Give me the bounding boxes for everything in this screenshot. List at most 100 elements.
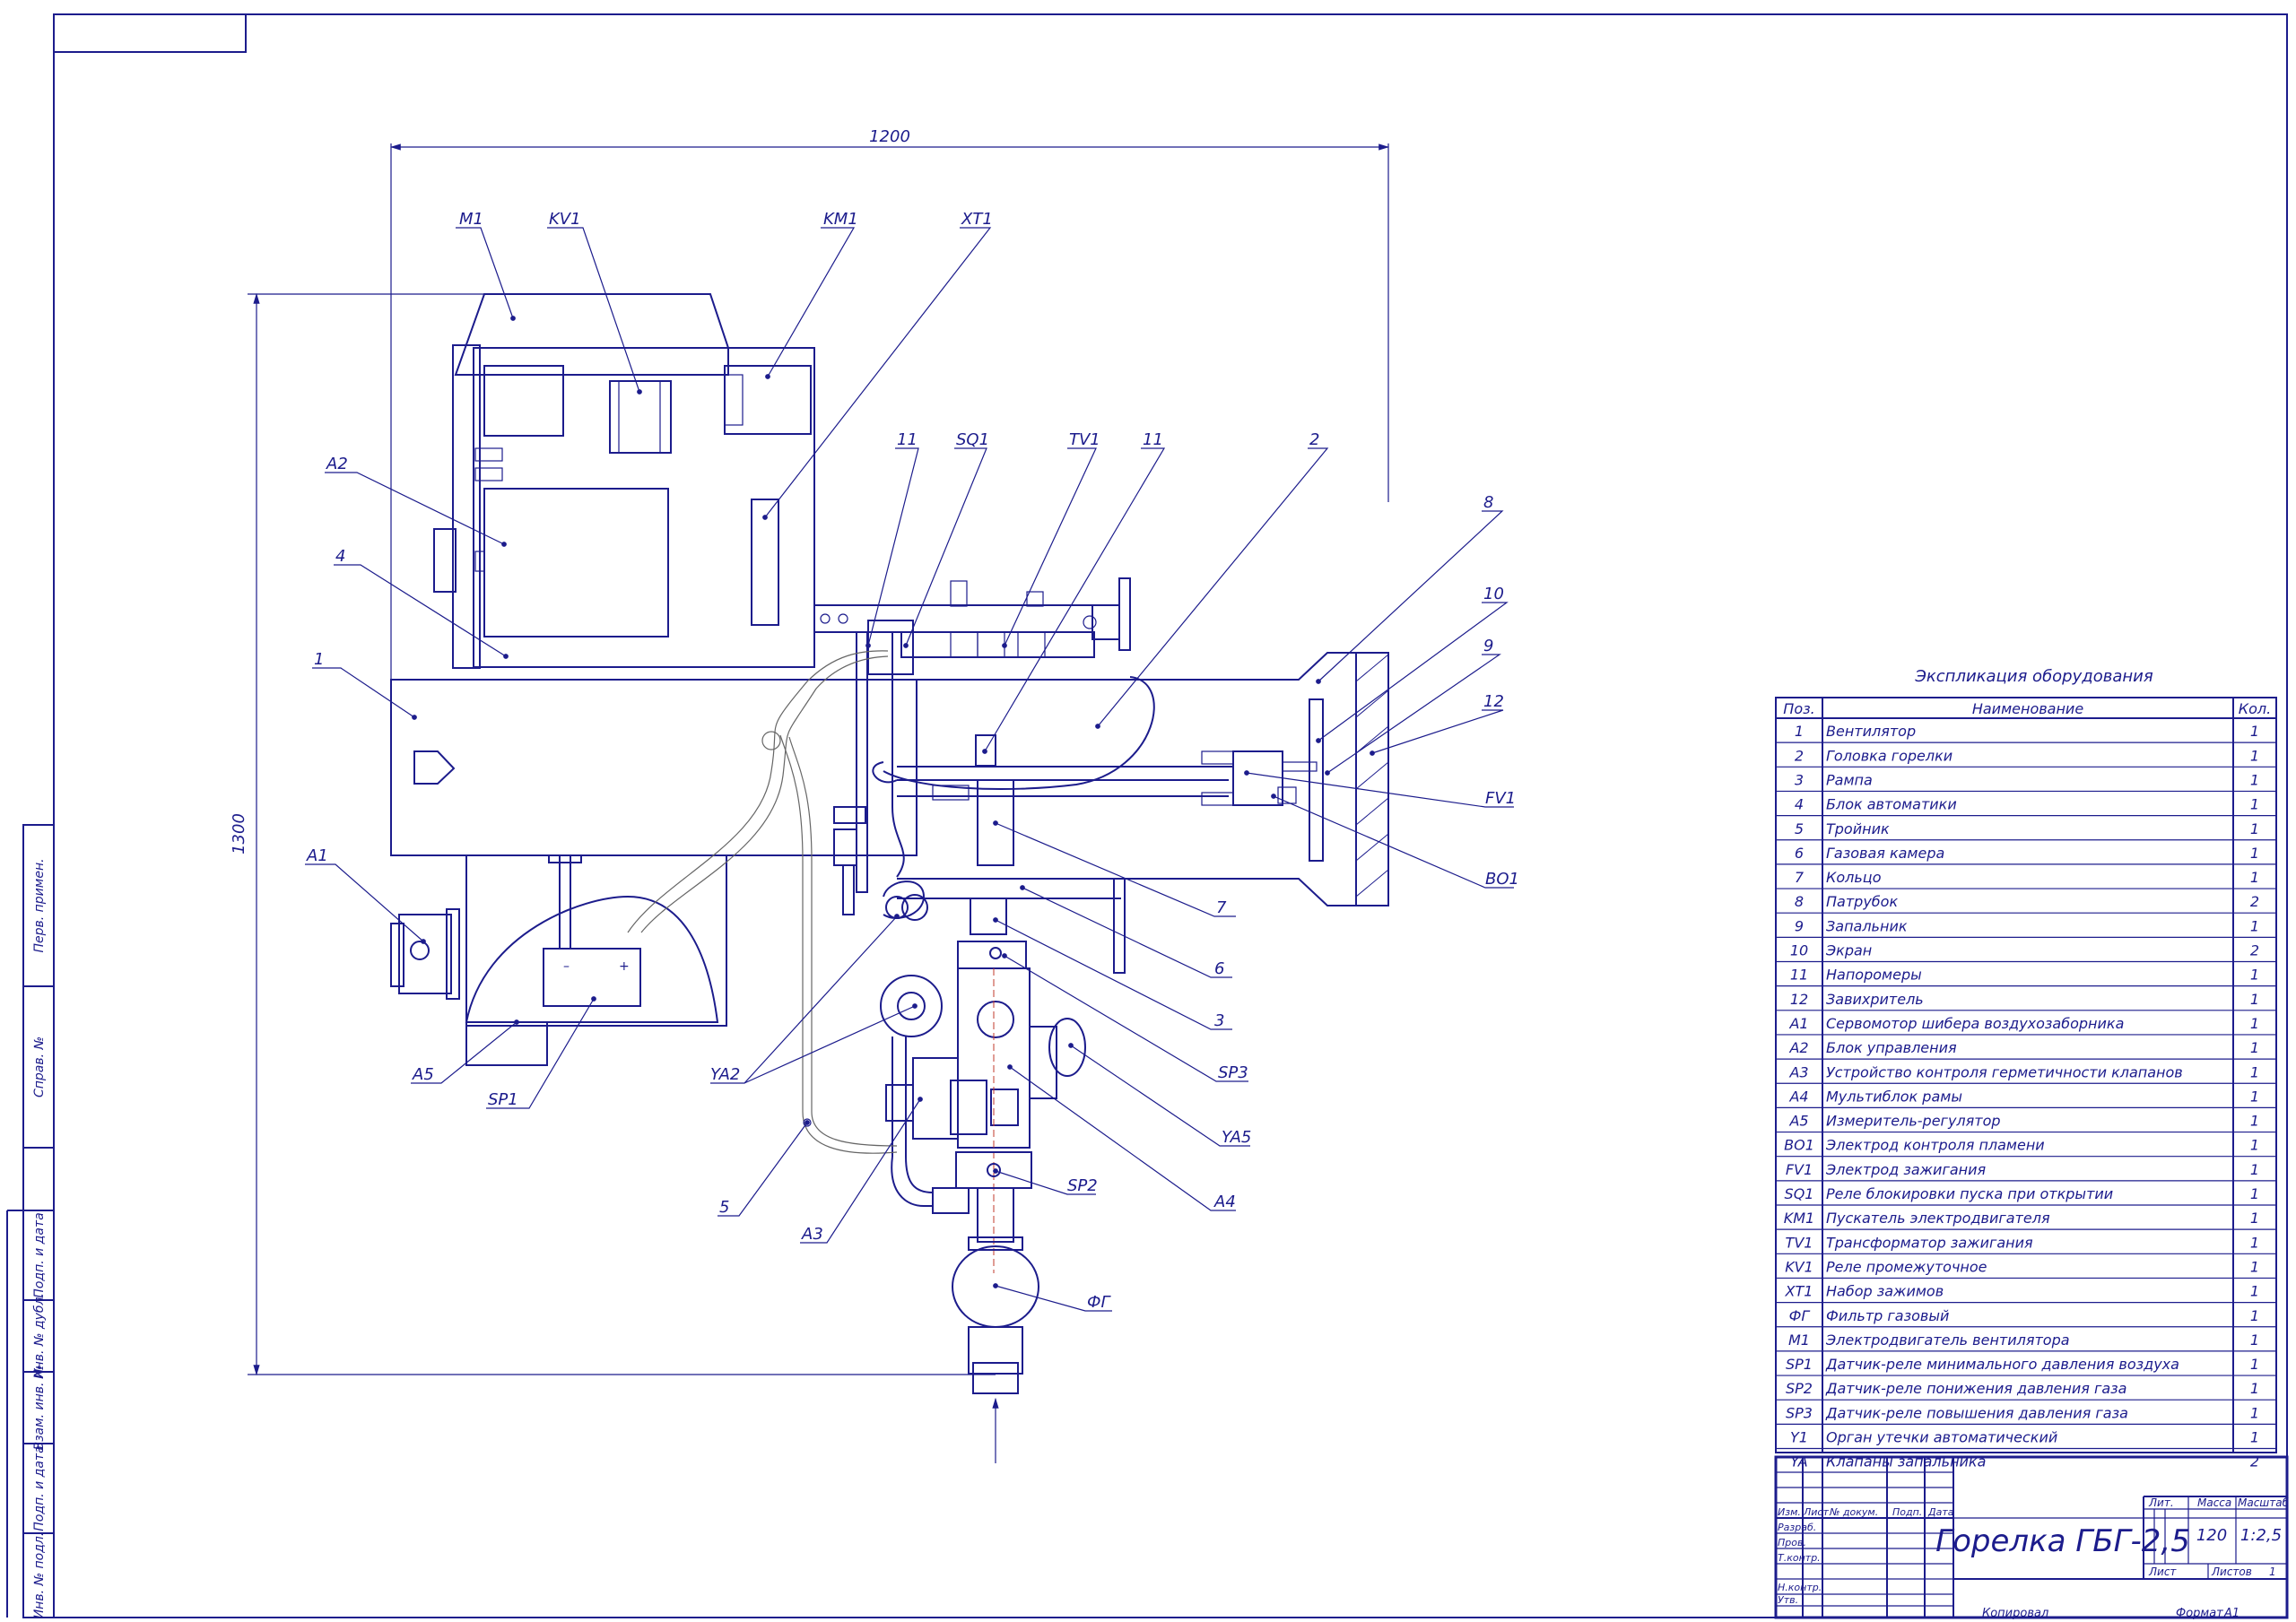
side-field-3: Подп. и дата: [32, 1212, 47, 1297]
dim-width-label: 1200: [869, 127, 910, 146]
callout-4: 4: [335, 547, 345, 566]
callout-5: 5: [719, 1198, 729, 1217]
table-row: 6 Газовая камера 1: [1776, 845, 2276, 865]
table-cell-pos: 8: [1795, 893, 1804, 910]
tb-prov: Пров.: [1778, 1537, 1806, 1548]
table-cell-pos: 9: [1795, 917, 1804, 934]
table-cell-pos: 4: [1795, 796, 1804, 813]
table-row: 9 Запальник 1: [1776, 917, 2276, 938]
table-cell-qty: 1: [2250, 1039, 2259, 1056]
table-cell-qty: 1: [2250, 820, 2259, 837]
table-cell-pos: A4: [1788, 1088, 1808, 1105]
table-cell-pos: 3: [1795, 771, 1804, 788]
tb-massa: Масса: [2197, 1496, 2231, 1509]
table-row: SP1 Датчик-реле минимального давления воз…: [1776, 1356, 2276, 1376]
table-header-name: Наименование: [1972, 700, 2083, 717]
callout-1: 1: [314, 650, 324, 669]
callout-M1: M1: [459, 210, 483, 229]
table-cell-pos: XT1: [1785, 1283, 1813, 1300]
tb-copied: Копировал: [1982, 1607, 2048, 1620]
table-cell-name: Трансформатор зажигания: [1826, 1234, 2033, 1251]
tb-lit: Лит.: [2148, 1496, 2174, 1509]
tb-date: Дата: [1927, 1506, 1954, 1518]
table-cell-pos: SQ1: [1785, 1185, 1814, 1202]
table-cell-name: Датчик-реле минимального давления воздух…: [1825, 1356, 2179, 1373]
table-row: KV1 Реле промежуточное 1: [1776, 1258, 2276, 1279]
table-cell-pos: 12: [1790, 991, 1808, 1008]
tb-doc: № докум.: [1829, 1506, 1878, 1518]
side-stamp: Перв. примен. Справ. № Подп. и дата Инв.…: [6, 824, 55, 1619]
callout-A2: A2: [326, 455, 348, 473]
table-cell-qty: 1: [2250, 1331, 2259, 1349]
tb-sheets-value: 1: [2269, 1566, 2276, 1578]
callout-SP2: SP2: [1067, 1176, 1098, 1195]
tb-tkontr: Т.контр.: [1778, 1552, 1821, 1564]
tb-sign: Подп.: [1892, 1506, 1922, 1518]
table-cell-name: Блок управления: [1826, 1039, 1957, 1056]
callout-A1: A1: [306, 846, 328, 865]
callout-A3: A3: [801, 1225, 823, 1244]
table-row: 12 Завихритель 1: [1776, 991, 2276, 1011]
table-cell-name: Электродвигатель вентилятора: [1825, 1331, 2070, 1349]
side-field-5: Взам. инв. №: [32, 1365, 47, 1450]
side-field-1: Перв. примен.: [32, 858, 47, 952]
table-cell-name: Датчик-реле понижения давления газа: [1825, 1380, 2126, 1397]
equipment-table: Экспликация оборудования Поз. Наименован…: [1775, 667, 2277, 1470]
table-cell-qty: 1: [2250, 1063, 2259, 1080]
dimension-width: 1200: [389, 127, 1390, 681]
table-row: A1 Сервомотор шибера воздухозаборника 1: [1776, 1015, 2276, 1036]
table-cell-qty: 1: [2250, 967, 2259, 984]
table-cell-name: Блок автоматики: [1826, 796, 1957, 813]
table-cell-pos: ФГ: [1789, 1307, 1811, 1324]
dim-height-label: 1300: [230, 813, 248, 854]
battery-minus: –: [563, 959, 570, 974]
table-cell-qty: 1: [2250, 747, 2259, 764]
callout-10: 10: [1483, 585, 1504, 603]
table-row: 4 Блок автоматики 1: [1776, 796, 2276, 817]
callout-11b: 11: [1143, 430, 1163, 449]
table-cell-qty: 1: [2250, 1088, 2259, 1105]
table-cell-pos: SP3: [1786, 1404, 1813, 1421]
tb-format: Формат: [2176, 1607, 2223, 1620]
callout-3: 3: [1214, 1011, 1224, 1030]
tb-masshtab: Масштаб: [2238, 1496, 2290, 1509]
table-cell-pos: A1: [1788, 1015, 1808, 1032]
table-row: 3 Рампа 1: [1776, 771, 2276, 793]
table-cell-name: Реле блокировки пуска при открытии: [1826, 1185, 2113, 1202]
table-row: FV1 Электрод зажигания 1: [1776, 1161, 2276, 1182]
callout-6: 6: [1214, 959, 1224, 978]
tb-list: Лист: [1803, 1506, 1829, 1518]
table-cell-qty: 1: [2250, 1210, 2259, 1227]
table-cell-pos: M1: [1788, 1331, 1810, 1349]
drawing-title: Горелка ГБГ-2,5: [1935, 1523, 2190, 1559]
table-row: ФГ Фильтр газовый 1: [1776, 1307, 2276, 1328]
table-row: 11 Напоромеры 1: [1776, 967, 2276, 987]
callout-12: 12: [1483, 692, 1504, 711]
callout-A4: A4: [1213, 1193, 1236, 1211]
table-cell-pos: BO1: [1784, 1137, 1814, 1154]
table-cell-qty: 1: [2250, 723, 2259, 740]
table-cell-qty: 1: [2250, 845, 2259, 862]
table-row: TV1 Трансформатор зажигания 1: [1776, 1234, 2276, 1254]
table-cell-name: Рампа: [1826, 771, 1873, 788]
table-cell-name: Измеритель-регулятор: [1826, 1113, 2001, 1130]
callout-FG: ФГ: [1087, 1293, 1111, 1312]
table-cell-qty: 1: [2250, 917, 2259, 934]
table-cell-pos: Y1: [1790, 1429, 1808, 1446]
tb-nkontr: Н.контр.: [1778, 1582, 1822, 1593]
table-title: Экспликация оборудования: [1914, 667, 2152, 686]
table-cell-pos: TV1: [1786, 1234, 1813, 1251]
table-cell-qty: 1: [2250, 1015, 2259, 1032]
table-header-pos: Поз.: [1783, 700, 1814, 717]
table-cell-qty: 1: [2250, 1137, 2259, 1154]
table-cell-name: Кольцо: [1826, 869, 1882, 886]
tb-mass-value: 120: [2196, 1526, 2227, 1545]
side-field-7: Инв. № подл.: [32, 1532, 47, 1619]
callout-KM1: KM1: [823, 210, 858, 229]
table-rows: 1 Вентилятор 12 Головка горелки 13 Рампа 14 Бло…: [1776, 723, 2276, 1470]
table-cell-qty: 1: [2250, 771, 2259, 788]
table-row: 5 Тройник 1: [1776, 820, 2276, 841]
table-cell-qty: 1: [2250, 1380, 2259, 1397]
table-cell-name: Сервомотор шибера воздухозаборника: [1826, 1015, 2124, 1032]
table-cell-name: Датчик-реле повышения давления газа: [1825, 1404, 2128, 1421]
